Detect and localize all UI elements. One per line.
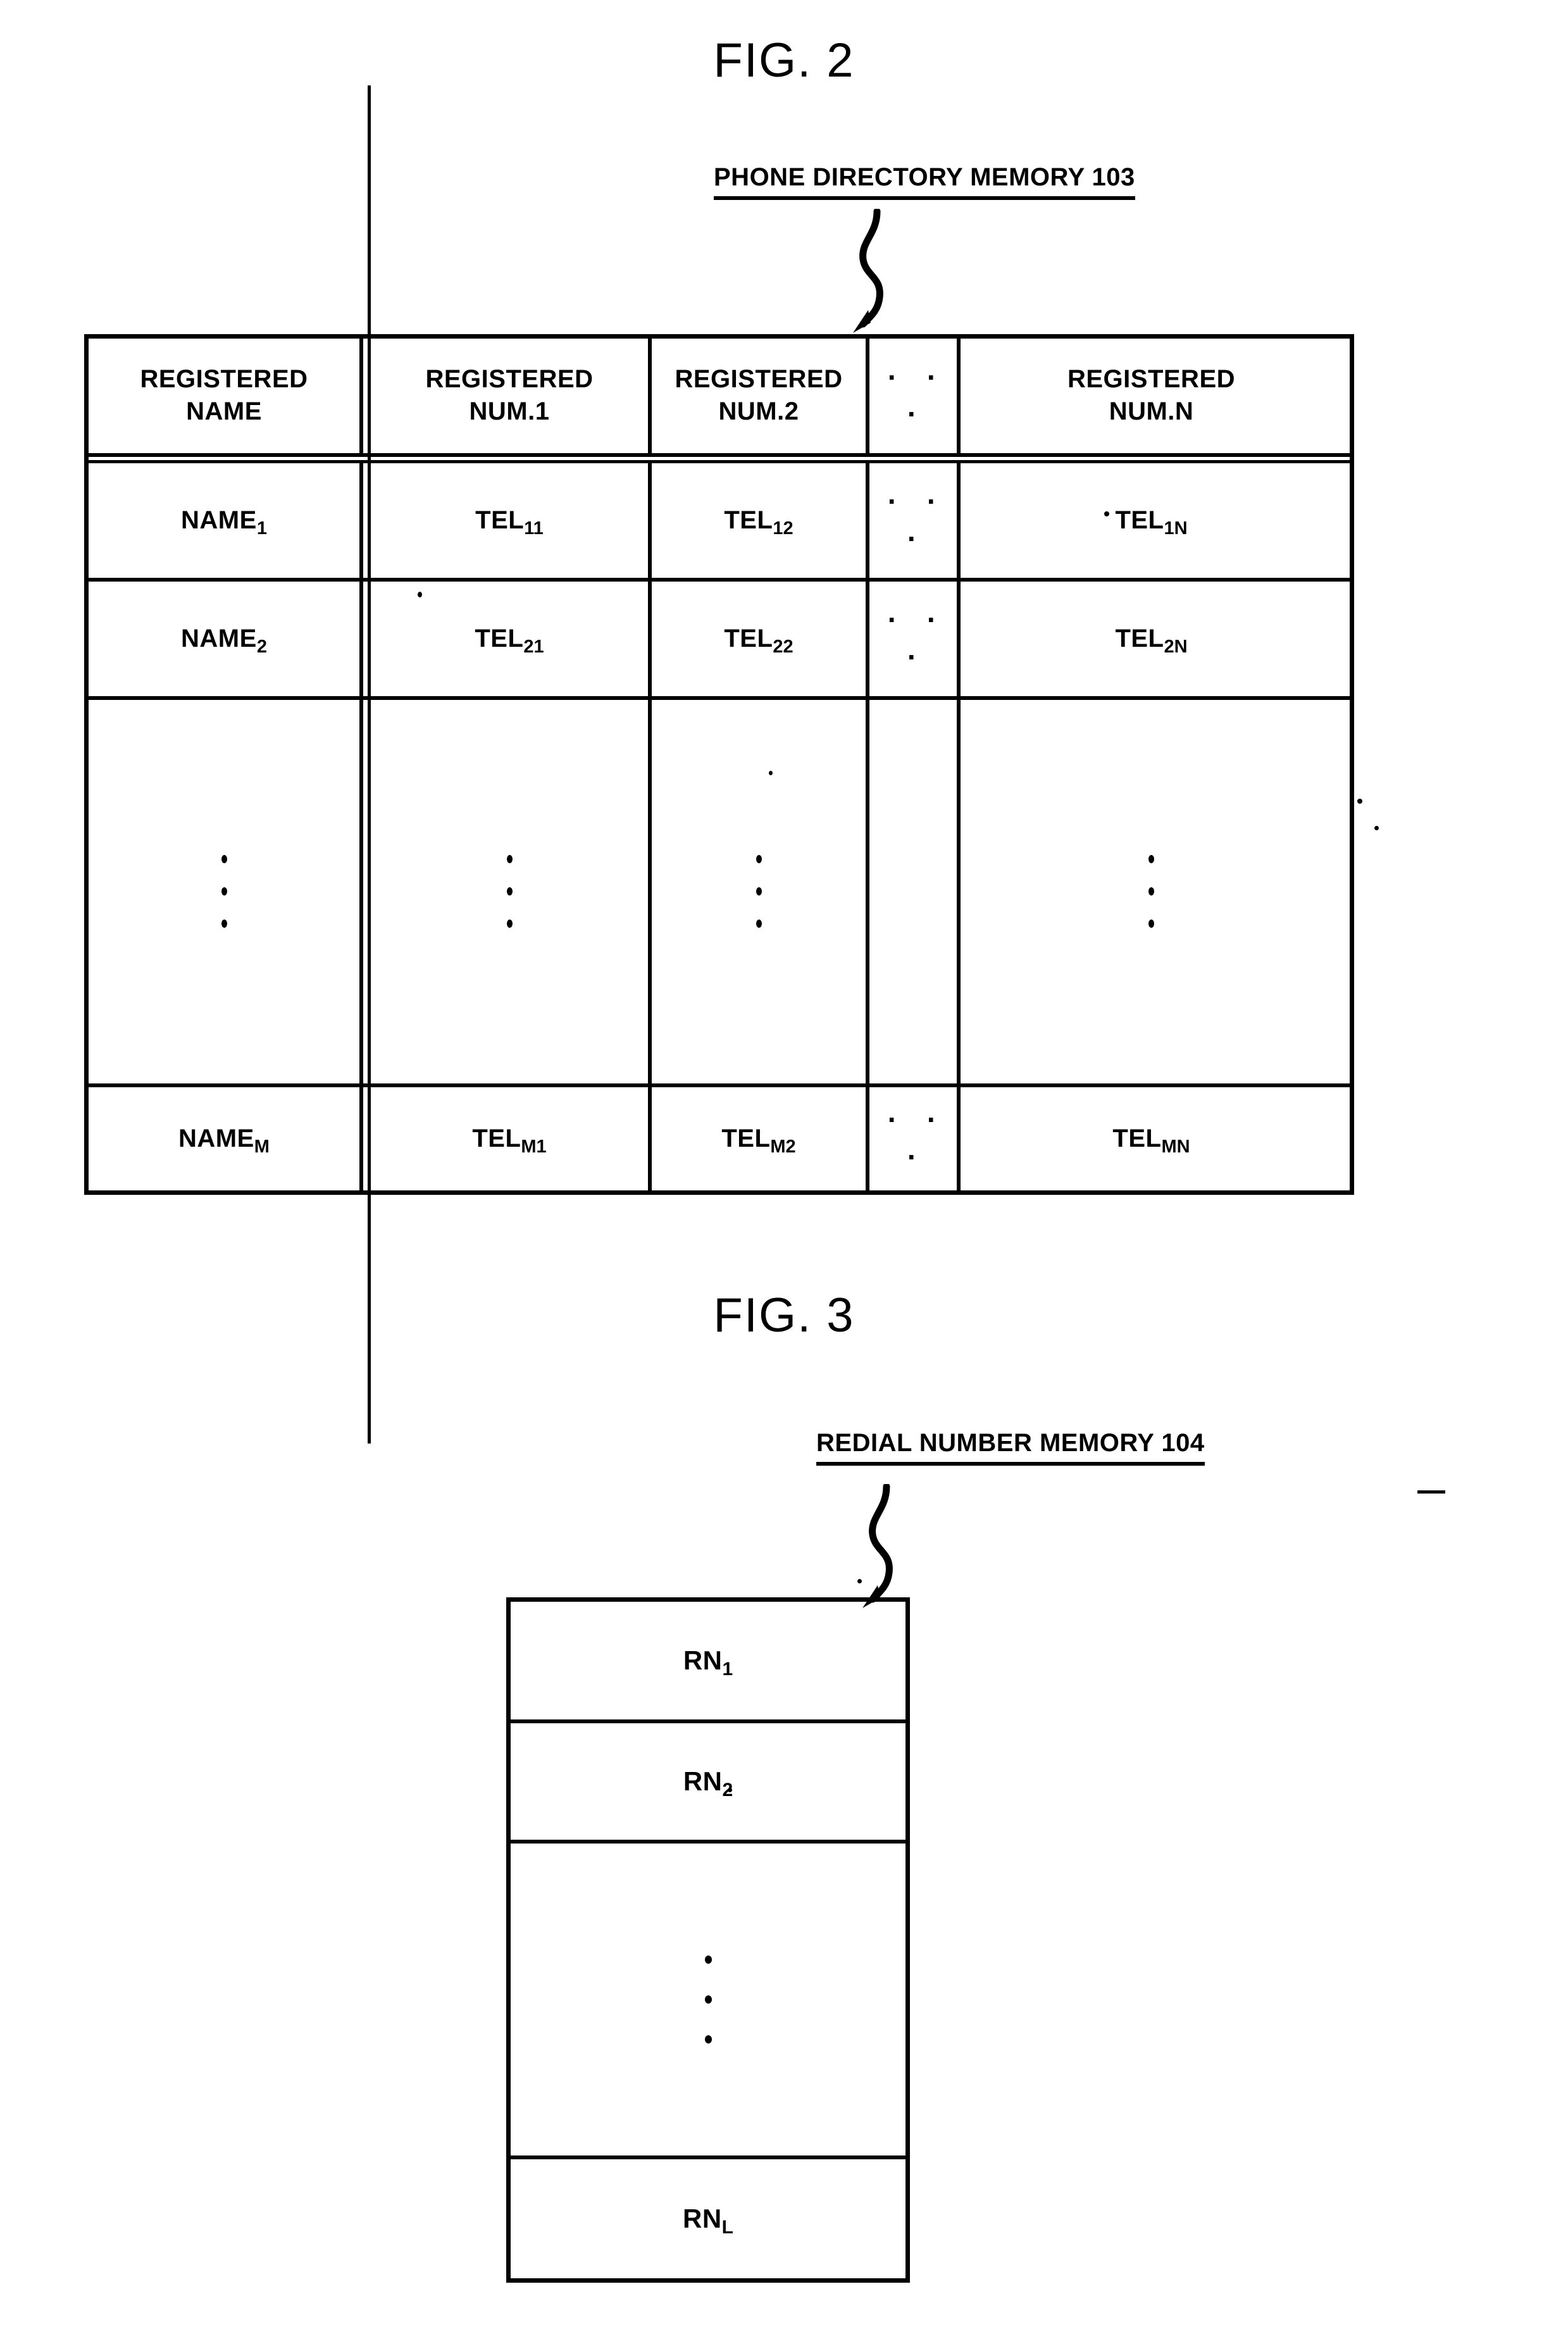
header-line-1: REGISTERED — [1067, 365, 1236, 394]
cell-subscript: M2 — [770, 1136, 796, 1157]
scan-speckle — [1374, 826, 1379, 830]
cell-subscript: M — [254, 1136, 270, 1157]
scan-speckle — [1417, 1490, 1445, 1494]
cell-subscript: L — [721, 2217, 733, 2238]
cell-subscript: 22 — [773, 636, 793, 657]
table-row: NAME1 TEL11 TEL12 · · · TEL1N — [89, 209, 1350, 831]
scan-speckle — [857, 1579, 862, 1583]
cell-registered-name: NAME2 — [89, 328, 371, 949]
cell-subscript: 11 — [524, 518, 544, 539]
figure-2-callout-label: PHONE DIRECTORY MEMORY 103 — [714, 163, 1135, 200]
cell-continuation-num-n — [961, 700, 1342, 1083]
cell-subscript: 12 — [773, 518, 793, 539]
redial-cell: RNL — [511, 2159, 905, 2278]
cell-subscript: 2N — [1164, 636, 1188, 657]
cell-subscript: 1N — [1164, 518, 1188, 539]
patent-drawing-sheet: FIG. 2 PHONE DIRECTORY MEMORY 103 REGIST… — [0, 0, 1568, 2327]
vertical-ellipsis-icon — [221, 855, 227, 928]
leader-arrow-icon — [853, 209, 883, 333]
cell-ellipsis: · · · — [869, 463, 961, 578]
leader-arrow-icon — [862, 1484, 893, 1608]
cell-text: TEL — [721, 1124, 771, 1152]
vertical-ellipsis-icon — [506, 855, 513, 928]
cell-continuation-num-2 — [652, 699, 869, 1083]
header-line-1: REGISTERED — [675, 365, 843, 394]
cell-ellipsis: · · · — [869, 581, 961, 696]
cell-registered-name: NAMEM — [89, 833, 371, 1444]
header-line-2: NUM.1 — [469, 397, 550, 426]
cell-text: TEL — [475, 624, 524, 652]
cell-text: NAME — [181, 624, 257, 652]
ellipsis-dots: · · · — [887, 485, 948, 556]
cell-subscript: 2 — [256, 636, 267, 657]
vertical-ellipsis-icon — [756, 855, 762, 928]
cell-text: TEL — [472, 1124, 521, 1152]
cell-registered-num-1: TEL11 — [371, 463, 652, 578]
header-line-2: NUM.2 — [718, 397, 799, 426]
cell-text: RN — [683, 2204, 722, 2234]
table-row: NAMEM TELM1 TELM2 · · · TELMN — [89, 833, 1350, 1444]
figure-3-callout-label: REDIAL NUMBER MEMORY 104 — [816, 1429, 1205, 1466]
redial-number-memory-box: RN1 RN2 RNL — [506, 1597, 910, 2283]
scan-speckle — [418, 592, 422, 597]
cell-continuation-ellipsis — [869, 699, 961, 1083]
cell-continuation-name — [89, 446, 371, 1337]
scan-speckle — [769, 771, 773, 775]
header-line-2: NAME — [186, 397, 262, 426]
header-line-1: REGISTERED — [140, 365, 308, 394]
figure-3-title: FIG. 3 — [713, 1288, 855, 1342]
cell-registered-num-2: TELM2 — [652, 1087, 869, 1190]
column-header-registered-num-2: REGISTERED NUM.2 — [652, 339, 869, 453]
cell-text: NAME — [178, 1124, 254, 1152]
cell-registered-num-n: TEL1N — [961, 463, 1342, 578]
cell-registered-num-2: TEL12 — [652, 463, 869, 578]
cell-registered-num-n: TEL2N — [961, 582, 1342, 696]
ellipsis-dots: · · · — [887, 603, 948, 674]
scan-speckle — [1357, 799, 1362, 804]
redial-cell: RN2 — [511, 1723, 905, 1844]
cell-text: TEL — [475, 506, 525, 534]
cell-text: NAME — [181, 506, 257, 534]
header-line-2: NUM.N — [1109, 397, 1194, 426]
cell-text: TEL — [724, 624, 773, 652]
phone-directory-memory-table: REGISTERED NAME REGISTERED NUM.1 REGISTE… — [84, 85, 1354, 1444]
cell-text: TEL — [1115, 506, 1164, 534]
cell-registered-num-1: TEL21 — [371, 581, 652, 696]
column-header-registered-num-1: REGISTERED NUM.1 — [371, 339, 652, 453]
cell-text: TEL — [1112, 1124, 1162, 1152]
cell-subscript: 1 — [256, 518, 267, 539]
table-row: NAME2 TEL21 TEL22 · · · TEL2N — [89, 328, 1350, 949]
vertical-ellipsis-icon — [1148, 855, 1154, 928]
cell-subscript: 21 — [523, 636, 544, 657]
table-header-row: REGISTERED NAME REGISTERED NUM.1 REGISTE… — [89, 85, 1350, 706]
table-continuation-row — [89, 446, 1350, 1337]
cell-subscript: M1 — [521, 1136, 547, 1157]
cell-text: TEL — [1115, 624, 1164, 652]
cell-continuation-num-1 — [371, 699, 652, 1083]
cell-registered-num-2: TEL22 — [652, 581, 869, 696]
vertical-ellipsis-icon — [704, 1955, 712, 2043]
ellipsis-dots: · · · — [887, 360, 948, 431]
cell-registered-num-1: TELM1 — [371, 1087, 652, 1190]
cell-ellipsis: · · · — [869, 1087, 961, 1190]
cell-registered-name: NAME1 — [89, 209, 371, 831]
column-header-ellipsis: · · · — [869, 339, 961, 453]
scan-speckle — [1104, 511, 1109, 516]
cell-subscript: MN — [1161, 1136, 1190, 1157]
header-line-1: REGISTERED — [425, 365, 594, 394]
column-header-registered-name: REGISTERED NAME — [89, 85, 371, 706]
scan-speckle — [728, 1788, 732, 1792]
cell-subscript: 1 — [722, 1658, 733, 1680]
cell-text: RN — [683, 1645, 723, 1675]
cell-registered-num-n: TELMN — [961, 1087, 1342, 1190]
cell-text: TEL — [724, 506, 773, 534]
column-header-registered-num-n: REGISTERED NUM.N — [961, 339, 1342, 453]
ellipsis-dots: · · · — [887, 1103, 948, 1174]
redial-cell: RN1 — [511, 1602, 905, 1723]
cell-text: RN — [683, 1766, 723, 1796]
figure-2-title: FIG. 2 — [713, 34, 855, 87]
redial-continuation-cell — [511, 1844, 905, 2160]
